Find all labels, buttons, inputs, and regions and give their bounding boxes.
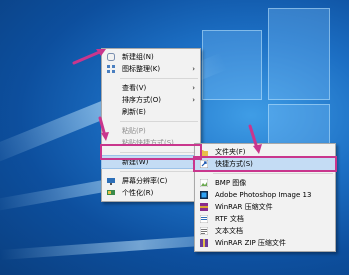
- text-document-icon: [200, 227, 208, 235]
- menu-item-label: 排序方式(O): [122, 96, 161, 104]
- menu-item-label: 图标整理(K): [122, 65, 161, 73]
- menu-item-label: RTF 文档: [215, 215, 244, 223]
- wallpaper-pane: [268, 8, 330, 100]
- menu-item-label: 刷新(E): [122, 108, 146, 116]
- submenu-arrow-icon: ›: [192, 84, 195, 92]
- menu-item-label: WinRAR ZIP 压缩文件: [215, 239, 286, 247]
- submenu-item-photoshop[interactable]: Adobe Photoshop Image 13: [195, 189, 335, 201]
- personalize-icon: [107, 190, 115, 195]
- photoshop-icon: [200, 191, 208, 199]
- menu-separator: [120, 78, 198, 79]
- menu-item-arrange-icons[interactable]: 图标整理(K) ›: [102, 63, 200, 75]
- menu-item-label: 查看(V): [122, 84, 147, 92]
- menu-item-label: 文件夹(F): [215, 148, 246, 156]
- winrar-icon: [200, 203, 208, 211]
- annotation-arrow-icon: [248, 124, 262, 154]
- menu-item-label: 个性化(R): [122, 189, 154, 197]
- screen-resolution-icon: [107, 178, 115, 185]
- menu-separator: [120, 121, 198, 122]
- new-group-icon: [107, 53, 115, 61]
- menu-item-label: 屏幕分辨率(C): [122, 177, 168, 185]
- menu-item-paste: 粘贴(P): [102, 125, 200, 137]
- arrange-icon: [107, 65, 115, 73]
- menu-item-label: Adobe Photoshop Image 13: [215, 191, 312, 199]
- submenu-item-winrar-zip[interactable]: WinRAR ZIP 压缩文件: [195, 237, 335, 249]
- menu-item-refresh[interactable]: 刷新(E): [102, 106, 200, 118]
- menu-item-sort-by[interactable]: 排序方式(O) ›: [102, 94, 200, 106]
- submenu-item-text-document[interactable]: 文本文档: [195, 225, 335, 237]
- submenu-arrow-icon: ›: [192, 96, 195, 104]
- menu-item-screen-resolution[interactable]: 屏幕分辨率(C): [102, 175, 200, 187]
- submenu-item-winrar[interactable]: WinRAR 压缩文件: [195, 201, 335, 213]
- bmp-icon: [200, 179, 208, 187]
- menu-item-label: 粘贴(P): [122, 127, 146, 135]
- menu-item-new-group[interactable]: 新建组(N): [102, 51, 200, 63]
- menu-item-label: 新建组(N): [122, 53, 154, 61]
- desktop-context-menu: 新建组(N) 图标整理(K) › 查看(V) › 排序方式(O) › 刷新(E)…: [101, 48, 201, 202]
- winrar-zip-icon: [200, 239, 208, 247]
- menu-item-view[interactable]: 查看(V) ›: [102, 82, 200, 94]
- annotation-box-new: [100, 144, 202, 160]
- submenu-item-rtf[interactable]: RTF 文档: [195, 213, 335, 225]
- annotation-box-shortcut: [193, 156, 337, 172]
- menu-item-label: WinRAR 压缩文件: [215, 203, 273, 211]
- menu-item-label: BMP 图像: [215, 179, 247, 187]
- submenu-arrow-icon: ›: [192, 65, 195, 73]
- menu-item-label: 文本文档: [215, 227, 243, 235]
- menu-separator: [213, 173, 333, 174]
- menu-separator: [120, 171, 198, 172]
- annotation-arrow-icon: [72, 49, 106, 65]
- annotation-arrow-icon: [98, 116, 109, 141]
- rtf-icon: [200, 215, 208, 223]
- submenu-item-bmp[interactable]: BMP 图像: [195, 177, 335, 189]
- menu-item-personalize[interactable]: 个性化(R): [102, 187, 200, 199]
